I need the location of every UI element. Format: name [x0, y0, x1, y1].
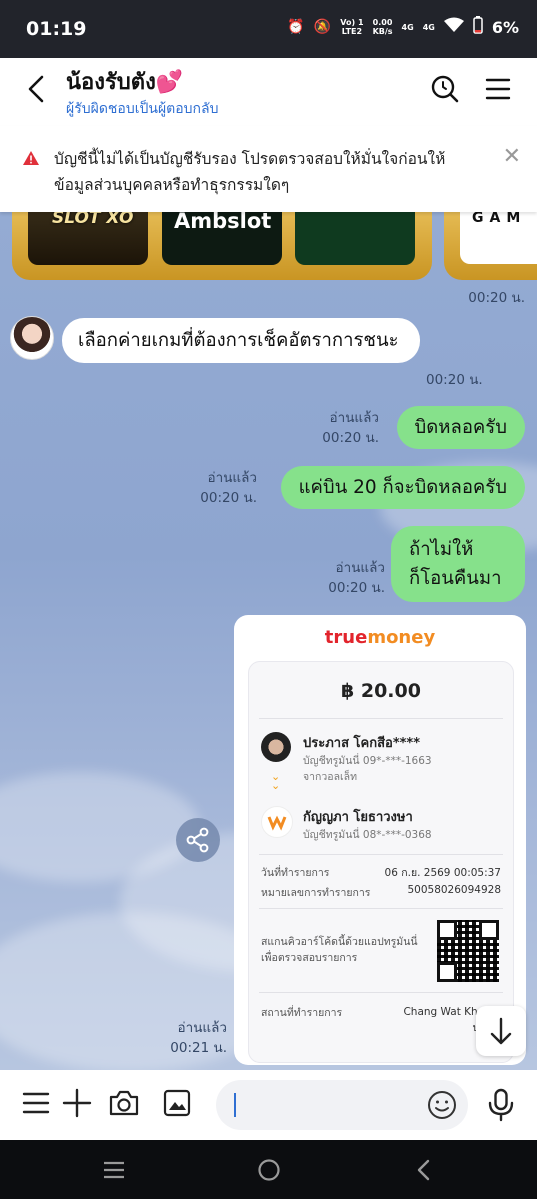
- alarm-icon: ⏰: [287, 19, 305, 35]
- ref-value: 50058026094928: [407, 884, 501, 896]
- plus-icon[interactable]: [62, 1088, 92, 1122]
- receipt-amount: ฿ 20.00: [341, 680, 421, 702]
- message-read-status: อ่านแล้ว 00:20 น.: [200, 470, 257, 506]
- chat-header: น้องรับตัง💕 ผู้รับผิดชอบเป็นผู้ตอบกลับ: [0, 58, 537, 126]
- ref-label: หมายเลขการทำรายการ: [261, 887, 371, 899]
- system-navigation-bar: [0, 1140, 537, 1199]
- back-button[interactable]: [22, 72, 52, 106]
- emoji-icon[interactable]: [426, 1089, 458, 1125]
- warning-icon: [22, 150, 40, 170]
- qr-code: [437, 920, 499, 982]
- close-warning-button[interactable]: ✕: [503, 144, 521, 169]
- home-button[interactable]: [256, 1157, 282, 1187]
- chevron-down-icon: ⌄ ⌄: [271, 770, 281, 792]
- receiver-name: กัญญภา โยธาวงษา: [303, 810, 413, 825]
- game-provider-carousel[interactable]: SLOT XO Ambslot: [12, 212, 432, 280]
- menu-button[interactable]: [482, 72, 516, 106]
- qr-instruction: สแกนคิวอาร์โค้ดนี้ด้วยแอปทรูมันนี่เพื่อต…: [261, 936, 418, 964]
- battery-icon: [473, 16, 483, 38]
- place-label: สถานที่ทำรายการ: [261, 1007, 343, 1019]
- chat-title: น้องรับตัง💕: [66, 70, 184, 95]
- game-tile-slotxo[interactable]: SLOT XO: [28, 212, 148, 265]
- game-tile-4[interactable]: GAM: [444, 212, 537, 280]
- date-label: วันที่ทำรายการ: [261, 867, 330, 879]
- volte-indicator: Vo) 1 LTE2: [340, 18, 364, 36]
- outgoing-message[interactable]: ถ้าไม่ให้ ก็โอนคืนมา: [391, 526, 525, 602]
- receiver-account: บัญชีทรูมันนี่ 08*-***-0368: [303, 829, 432, 841]
- chat-subtitle[interactable]: ผู้รับผิดชอบเป็นผู้ตอบกลับ: [66, 98, 218, 120]
- back-nav-button[interactable]: [412, 1158, 436, 1186]
- status-time: 01:19: [26, 18, 87, 40]
- warning-text: บัญชีนี้ไม่ได้เป็นบัญชีรับรอง โปรดตรวจสอ…: [54, 150, 446, 194]
- unverified-warning-banner: บัญชีนี้ไม่ได้เป็นบัญชีรับรอง โปรดตรวจสอ…: [0, 126, 537, 212]
- message-time: 00:20 น.: [468, 290, 525, 306]
- message-read-status: อ่านแล้ว 00:20 น.: [322, 410, 379, 446]
- truemoney-wallet-icon: [261, 806, 293, 838]
- status-bar: 01:19 ⏰ 🔕 Vo) 1 LTE2 0.00 KB/s 4G 4G 6%: [0, 0, 537, 58]
- recent-apps-button[interactable]: [102, 1160, 126, 1184]
- chat-area[interactable]: SLOT XO Ambslot GAM 00:20 น. เลือกค่ายเก…: [0, 212, 537, 1070]
- scroll-to-bottom-button[interactable]: [476, 1006, 526, 1056]
- sender-account: บัญชีทรูมันนี่ 09*-***-1663: [303, 755, 432, 767]
- wifi-icon: [443, 17, 464, 37]
- text-caret: [234, 1093, 236, 1117]
- outgoing-message[interactable]: บิดหลอครับ: [396, 406, 525, 449]
- search-button[interactable]: [428, 72, 462, 106]
- incoming-message[interactable]: เลือกค่ายเกมที่ต้องการเช็คอัตราการชนะ: [62, 318, 420, 363]
- sender-name: ประภาส โคกสีอ****: [303, 736, 421, 751]
- sender-source: จากวอลเล็ท: [303, 771, 357, 783]
- mute-icon: 🔕: [313, 19, 332, 35]
- gallery-icon[interactable]: [162, 1088, 192, 1122]
- truemoney-logo: truemoney: [324, 627, 436, 648]
- message-time: 00:20 น.: [426, 372, 483, 388]
- network-speed: 0.00 KB/s: [372, 18, 393, 36]
- message-read-status: อ่านแล้ว 00:21 น.: [170, 1020, 227, 1056]
- message-input[interactable]: [216, 1080, 468, 1130]
- message-read-status: อ่านแล้ว 00:20 น.: [328, 560, 385, 596]
- battery-level: 6%: [491, 17, 519, 37]
- sender-avatar[interactable]: [10, 316, 54, 360]
- signal-1-icon: 4G: [401, 22, 414, 32]
- menu-lines-icon[interactable]: [22, 1088, 52, 1122]
- sender-avatar-icon: [261, 732, 291, 762]
- outgoing-message[interactable]: แค่บิน 20 ก็จะบิดหลอครับ: [280, 466, 525, 509]
- share-button[interactable]: [176, 818, 220, 862]
- signal-2-icon: 4G: [422, 22, 435, 32]
- message-input-bar: [0, 1070, 537, 1140]
- game-tile-ambslot[interactable]: Ambslot: [162, 212, 282, 265]
- date-value: 06 ก.ย. 2569 00:05:37: [384, 867, 501, 879]
- microphone-icon[interactable]: [486, 1088, 516, 1126]
- game-tile-3[interactable]: [295, 212, 415, 265]
- camera-icon[interactable]: [108, 1088, 140, 1122]
- status-icons: ⏰ 🔕 Vo) 1 LTE2 0.00 KB/s 4G 4G 6%: [287, 16, 519, 38]
- truemoney-receipt-image[interactable]: truemoney ฿ 20.00 ประภาส โคกสีอ**** บัญช…: [234, 615, 526, 1065]
